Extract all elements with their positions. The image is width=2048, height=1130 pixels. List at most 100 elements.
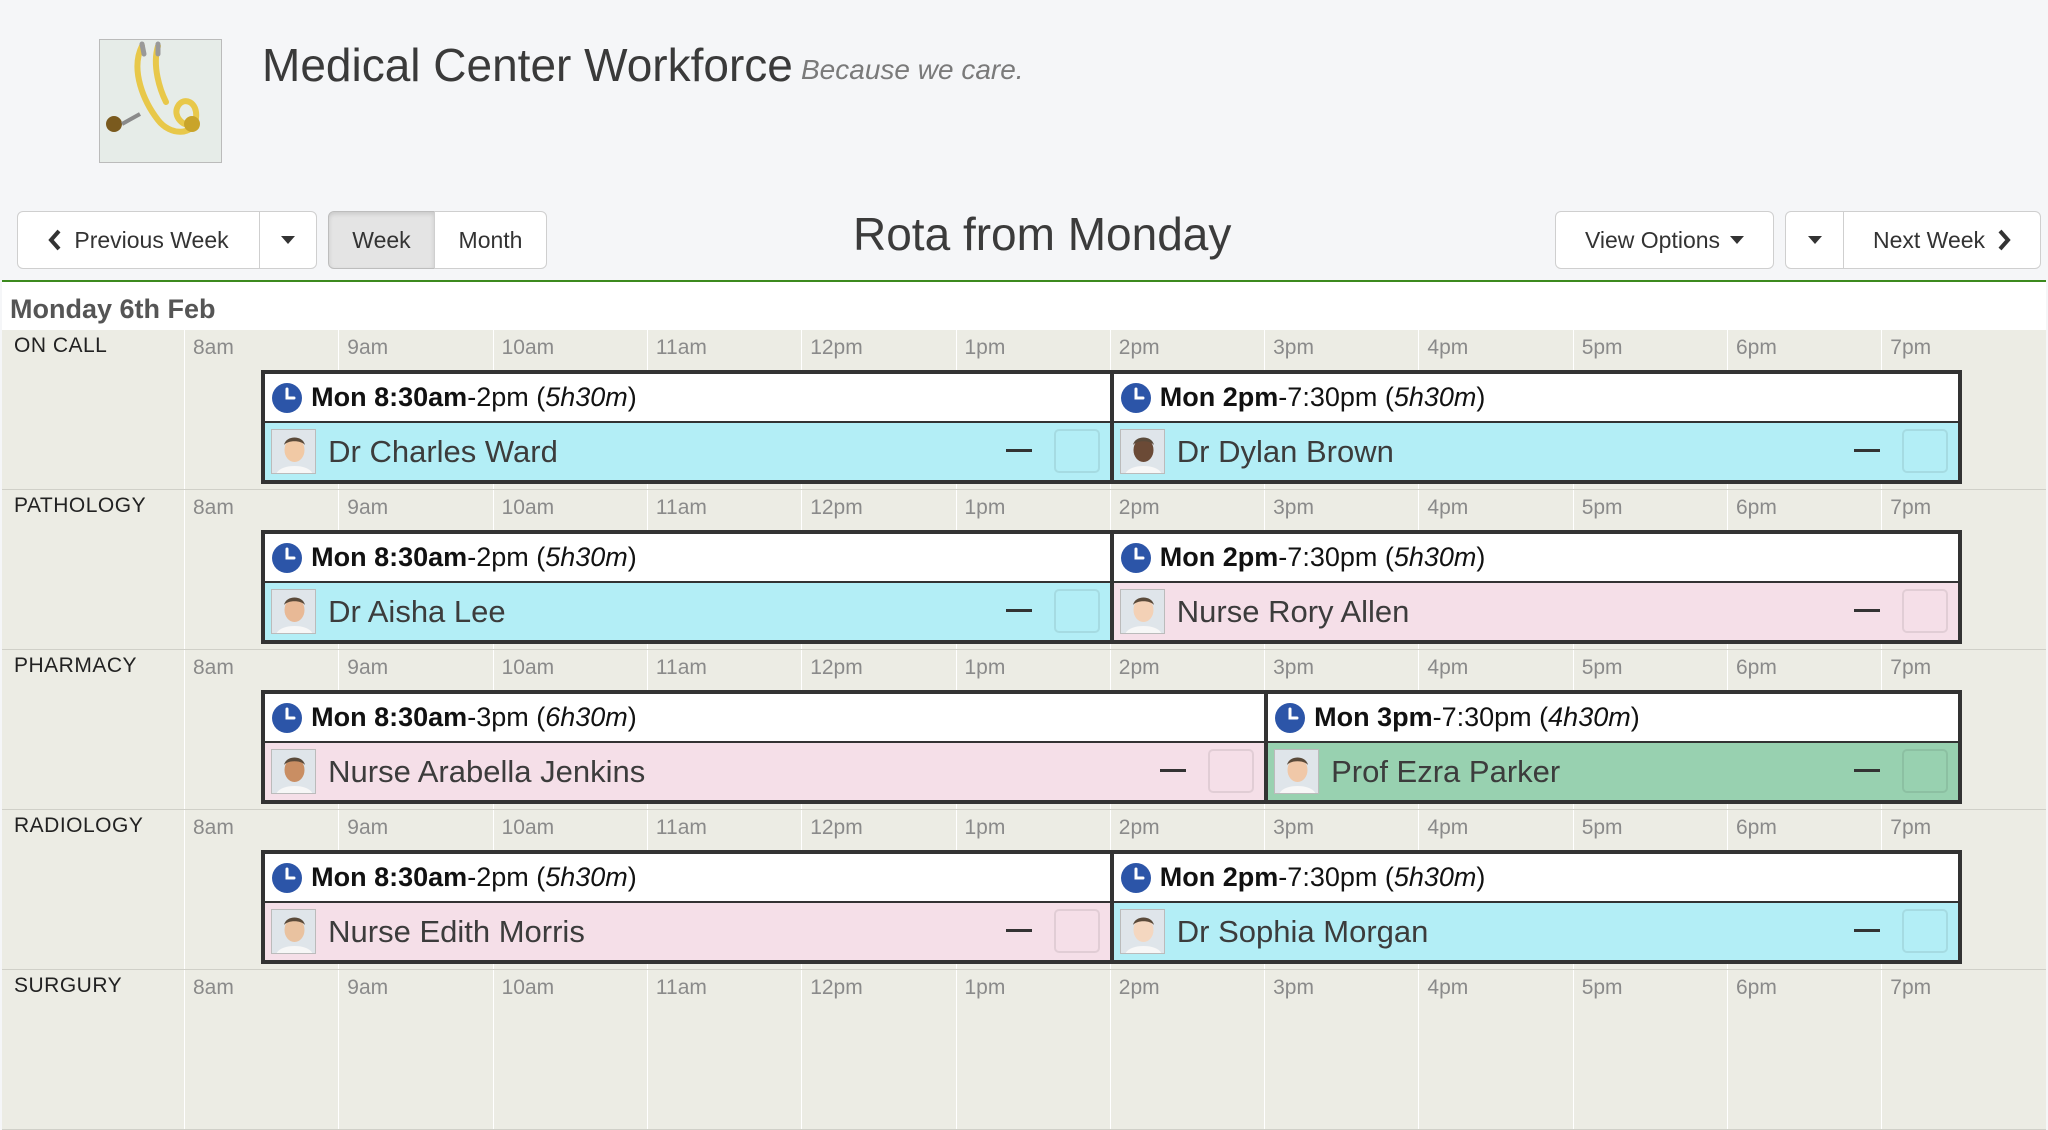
shift-start: Mon 8:30am [311,542,468,572]
view-options-button[interactable]: View Options [1555,211,1774,269]
shift-time: Mon 8:30am-3pm (6h30m) [265,694,1265,743]
staff-name: Dr Charles Ward [328,433,558,469]
clock-icon [1120,382,1151,413]
shift-time: Mon 8:30am-2pm (5h30m) [265,854,1110,903]
shift-start: Mon 8:30am [311,702,468,732]
chevron-left-icon [48,229,61,251]
shift-start: Mon 2pm [1159,862,1279,892]
remove-icon[interactable] [1005,609,1032,612]
previous-week-dropdown[interactable] [259,211,317,269]
hour-label: 6pm [1727,970,1881,1129]
month-view-button[interactable]: Month [434,211,547,269]
remove-icon[interactable] [1005,929,1032,932]
avatar [1119,429,1165,474]
shift-duration: 5h30m [545,542,628,572]
shift-end: 7:30pm [1287,862,1378,892]
shift-card[interactable]: Mon 8:30am-2pm (5h30m) Dr Aisha Lee [261,530,1114,644]
clock-icon [272,862,303,893]
shift-checkbox[interactable] [1902,589,1949,633]
shift-staff[interactable]: Dr Sophia Morgan [1113,903,1959,960]
shift-end: 2pm [476,862,529,892]
chevron-right-icon [1998,229,2011,251]
remove-icon[interactable] [1854,449,1881,452]
rota-row: PATHOLOGY 8am 9am 10am 11am 12pm 1pm 2pm 3pm 4pm 5… [2,490,2046,650]
shift-staff[interactable]: Nurse Edith Morris [265,903,1110,960]
remove-icon[interactable] [1854,609,1881,612]
week-view-label: Week [352,226,411,253]
shift-card[interactable]: Mon 2pm-7:30pm (5h30m) Nurse Rory Allen [1109,530,1963,644]
shift-checkbox[interactable] [1902,749,1949,793]
hour-label: 1pm [955,970,1110,1129]
remove-icon[interactable] [1854,929,1881,932]
previous-week-button[interactable]: Previous Week [17,211,260,269]
department-label: PHARMACY [14,654,138,677]
shift-checkbox[interactable] [1208,749,1255,793]
shift-time: Mon 8:30am-2pm (5h30m) [265,374,1110,423]
week-view-button[interactable]: Week [328,211,435,269]
shift-end: 2pm [476,382,529,412]
caret-down-icon [1807,236,1822,244]
staff-name: Dr Dylan Brown [1176,433,1394,469]
shift-card[interactable]: Mon 2pm-7:30pm (5h30m) Dr Dylan Brown [1109,370,1963,484]
shift-time: Mon 8:30am-2pm (5h30m) [265,534,1110,583]
shift-staff[interactable]: Nurse Rory Allen [1113,583,1959,640]
staff-name: Prof Ezra Parker [1331,753,1561,789]
shift-time: Mon 2pm-7:30pm (5h30m) [1113,374,1959,423]
rota-row: PHARMACY 8am 9am 10am 11am 12pm 1pm 2pm 3pm 4pm 5p… [2,650,2046,810]
hour-label: 2pm [1109,970,1264,1129]
shift-checkbox[interactable] [1902,909,1949,953]
staff-name: Nurse Arabella Jenkins [328,753,646,789]
remove-icon[interactable] [1854,769,1881,772]
staff-name: Nurse Rory Allen [1176,593,1410,629]
avatar [271,749,317,794]
shift-checkbox[interactable] [1053,589,1100,633]
view-options-label: View Options [1584,226,1721,253]
remove-icon[interactable] [1160,769,1187,772]
shift-duration: 5h30m [1393,382,1477,412]
hour-label: 5pm [1572,970,1727,1129]
shift-duration: 4h30m [1548,702,1631,732]
avatar [271,589,317,634]
shift-time: Mon 2pm-7:30pm (5h30m) [1113,534,1959,583]
shift-staff[interactable]: Dr Aisha Lee [265,583,1110,640]
shift-card[interactable]: Mon 2pm-7:30pm (5h30m) Dr Sophia Morgan [1109,850,1963,964]
avatar [271,909,317,954]
shift-staff[interactable]: Prof Ezra Parker [1268,743,1959,800]
shift-checkbox[interactable] [1053,429,1100,473]
shift-staff[interactable]: Dr Charles Ward [265,423,1110,480]
shift-end: 2pm [476,542,529,572]
shift-card[interactable]: Mon 8:30am-2pm (5h30m) Dr Charles Ward [261,370,1114,484]
avatar [1119,589,1165,634]
day-header: Monday 6th Feb [2,282,2046,330]
previous-week-label: Previous Week [74,226,229,253]
shift-checkbox[interactable] [1902,429,1949,473]
shift-end: 7:30pm [1287,382,1378,412]
shift-card[interactable]: Mon 8:30am-2pm (5h30m) Nurse Edith Morris [261,850,1114,964]
app-title: Medical Center Workforce [262,39,793,91]
shift-duration: 6h30m [545,702,628,732]
shift-end: 7:30pm [1287,542,1378,572]
shift-checkbox[interactable] [1053,909,1100,953]
department-label: SURGURY [14,974,123,997]
hour-columns: 8am 9am 10am 11am 12pm 1pm 2pm 3pm 4pm 5pm 6pm 7pm [184,970,1964,1129]
hour-label: 7pm [1881,970,2035,1129]
avatar [1119,909,1165,954]
rota-row: RADIOLOGY 8am 9am 10am 11am 12pm 1pm 2pm 3pm 4pm 5… [2,810,2046,970]
shift-start: Mon 2pm [1159,382,1279,412]
shift-start: Mon 8:30am [311,382,468,412]
rota-title: Rota from Monday [853,208,1232,260]
rota-row: ON CALL 8am 9am 10am 11am 12pm 1pm 2pm 3pm 4pm 5pm… [2,330,2046,490]
app-tagline: Because we care. [801,54,1024,85]
shift-staff[interactable]: Dr Dylan Brown [1113,423,1959,480]
clock-icon [1120,862,1151,893]
shift-card[interactable]: Mon 8:30am-3pm (6h30m) Nurse Arabella Jen… [261,690,1269,804]
shift-duration: 5h30m [545,862,628,892]
next-week-dropdown[interactable] [1785,211,1844,269]
next-week-button[interactable]: Next Week [1843,211,2041,269]
shift-staff[interactable]: Nurse Arabella Jenkins [265,743,1265,800]
shift-start: Mon 8:30am [311,862,468,892]
shift-card[interactable]: Mon 3pm-7:30pm (4h30m) Prof Ezra Parker [1264,690,1963,804]
hour-label: 9am [338,970,492,1129]
remove-icon[interactable] [1005,449,1032,452]
staff-name: Dr Aisha Lee [328,593,506,629]
